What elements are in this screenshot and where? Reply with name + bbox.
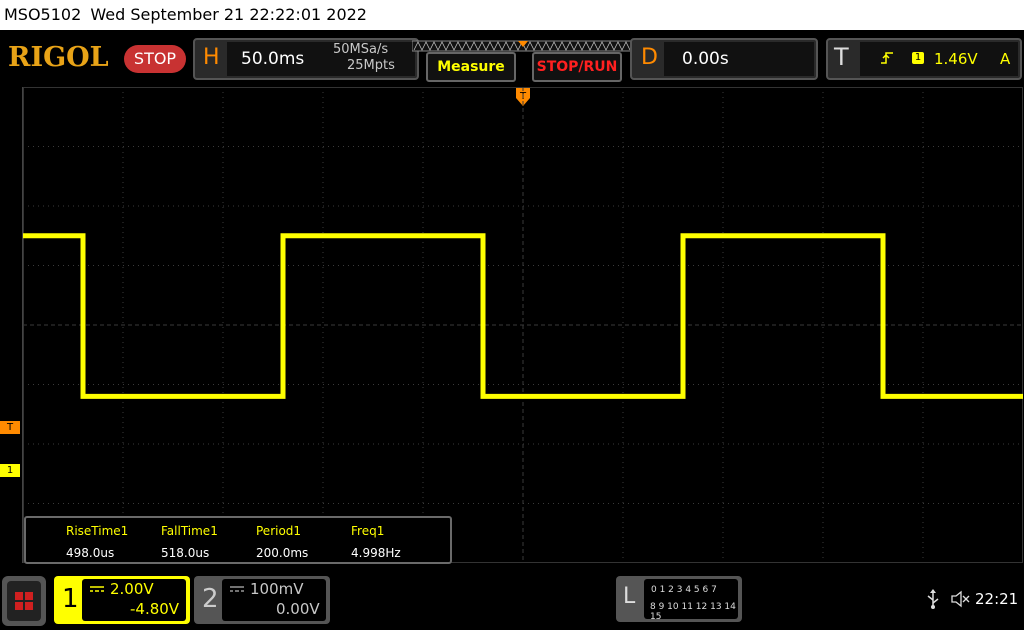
delay-panel[interactable]: D 0.00s [630, 38, 818, 80]
channel2-offset: 0.00V [276, 600, 320, 618]
trigger-letter: T [834, 43, 849, 71]
horizontal-panel[interactable]: H 50.0ms 50MSa/s 25Mpts [193, 38, 419, 80]
system-clock: 22:21 [975, 590, 1019, 608]
channel1-scale: 2.00V [110, 580, 154, 598]
rigol-logo: RIGOL [8, 42, 109, 73]
waveform-display[interactable] [22, 87, 1023, 563]
trigger-panel[interactable]: T 1 1.46V A [826, 38, 1022, 80]
device-model: MSO5102 [4, 5, 82, 24]
delay-letter: D [641, 45, 658, 70]
channel2-scale: 100mV [250, 580, 304, 598]
home-button[interactable] [2, 576, 46, 626]
measure-value-period: 200.0ms [256, 546, 309, 560]
logic-channels-high: 8 9 10 11 12 13 14 15 [650, 602, 736, 622]
channel1-number: 1 [62, 584, 79, 614]
logic-analyzer-box[interactable]: L 0 1 2 3 4 5 6 7 8 9 10 11 12 13 14 15 [616, 576, 742, 622]
horizontal-letter: H [203, 45, 220, 70]
usb-icon [927, 589, 939, 609]
logic-channels-low: 0 1 2 3 4 5 6 7 [651, 585, 717, 595]
grid-menu-icon [15, 592, 33, 610]
timebase-value: 50.0ms [241, 49, 305, 69]
memory-overview-graphic [411, 40, 635, 52]
trigger-level: 1.46V [934, 50, 978, 68]
measure-value-risetime: 498.0us [66, 546, 115, 560]
trigger-source-badge: 1 [912, 52, 924, 64]
measure-value-freq: 4.998Hz [351, 546, 401, 560]
dc-coupling-icon [90, 586, 104, 592]
rising-edge-icon [881, 52, 893, 64]
channel2-number: 2 [202, 584, 219, 614]
waveform-svg [23, 87, 1023, 563]
graticule [23, 87, 1023, 563]
measure-header-risetime: RiseTime1 [66, 524, 129, 538]
delay-value: 0.00s [682, 49, 729, 69]
logic-letter: L [623, 584, 636, 609]
sample-rate: 50MSa/s [333, 42, 389, 57]
channel2-box[interactable]: 2 100mV 0.00V [194, 576, 330, 624]
run-state-badge[interactable]: STOP [124, 45, 186, 73]
channel1-trace [23, 233, 1023, 399]
measure-header-falltime: FallTime1 [161, 524, 218, 538]
memory-overview-strip[interactable] [411, 37, 635, 52]
speaker-muted-icon[interactable] [950, 590, 970, 608]
measure-header-freq: Freq1 [351, 524, 385, 538]
trigger-level-marker[interactable]: T [0, 421, 20, 434]
channel1-trace-edges [23, 235, 1023, 397]
channel1-offset: -4.80V [130, 600, 180, 618]
status-bar: MSO5102 Wed September 21 22:22:01 2022 [0, 0, 1024, 30]
measure-value-falltime: 518.0us [161, 546, 210, 560]
measure-button[interactable]: Measure [426, 52, 516, 82]
measure-header-period: Period1 [256, 524, 302, 538]
memory-depth: 25Mpts [347, 58, 395, 73]
trigger-mode: A [1000, 50, 1011, 68]
channel1-box[interactable]: 1 2.00V -4.80V [54, 576, 190, 624]
status-date: Wed September 21 22:22:01 2022 [90, 5, 367, 24]
dc-coupling-icon [230, 586, 244, 592]
measurement-panel: RiseTime1 FallTime1 Period1 Freq1 498.0u… [24, 516, 452, 564]
stop-run-button[interactable]: STOP/RUN [532, 52, 622, 82]
channel1-marker[interactable]: 1 [0, 464, 20, 477]
